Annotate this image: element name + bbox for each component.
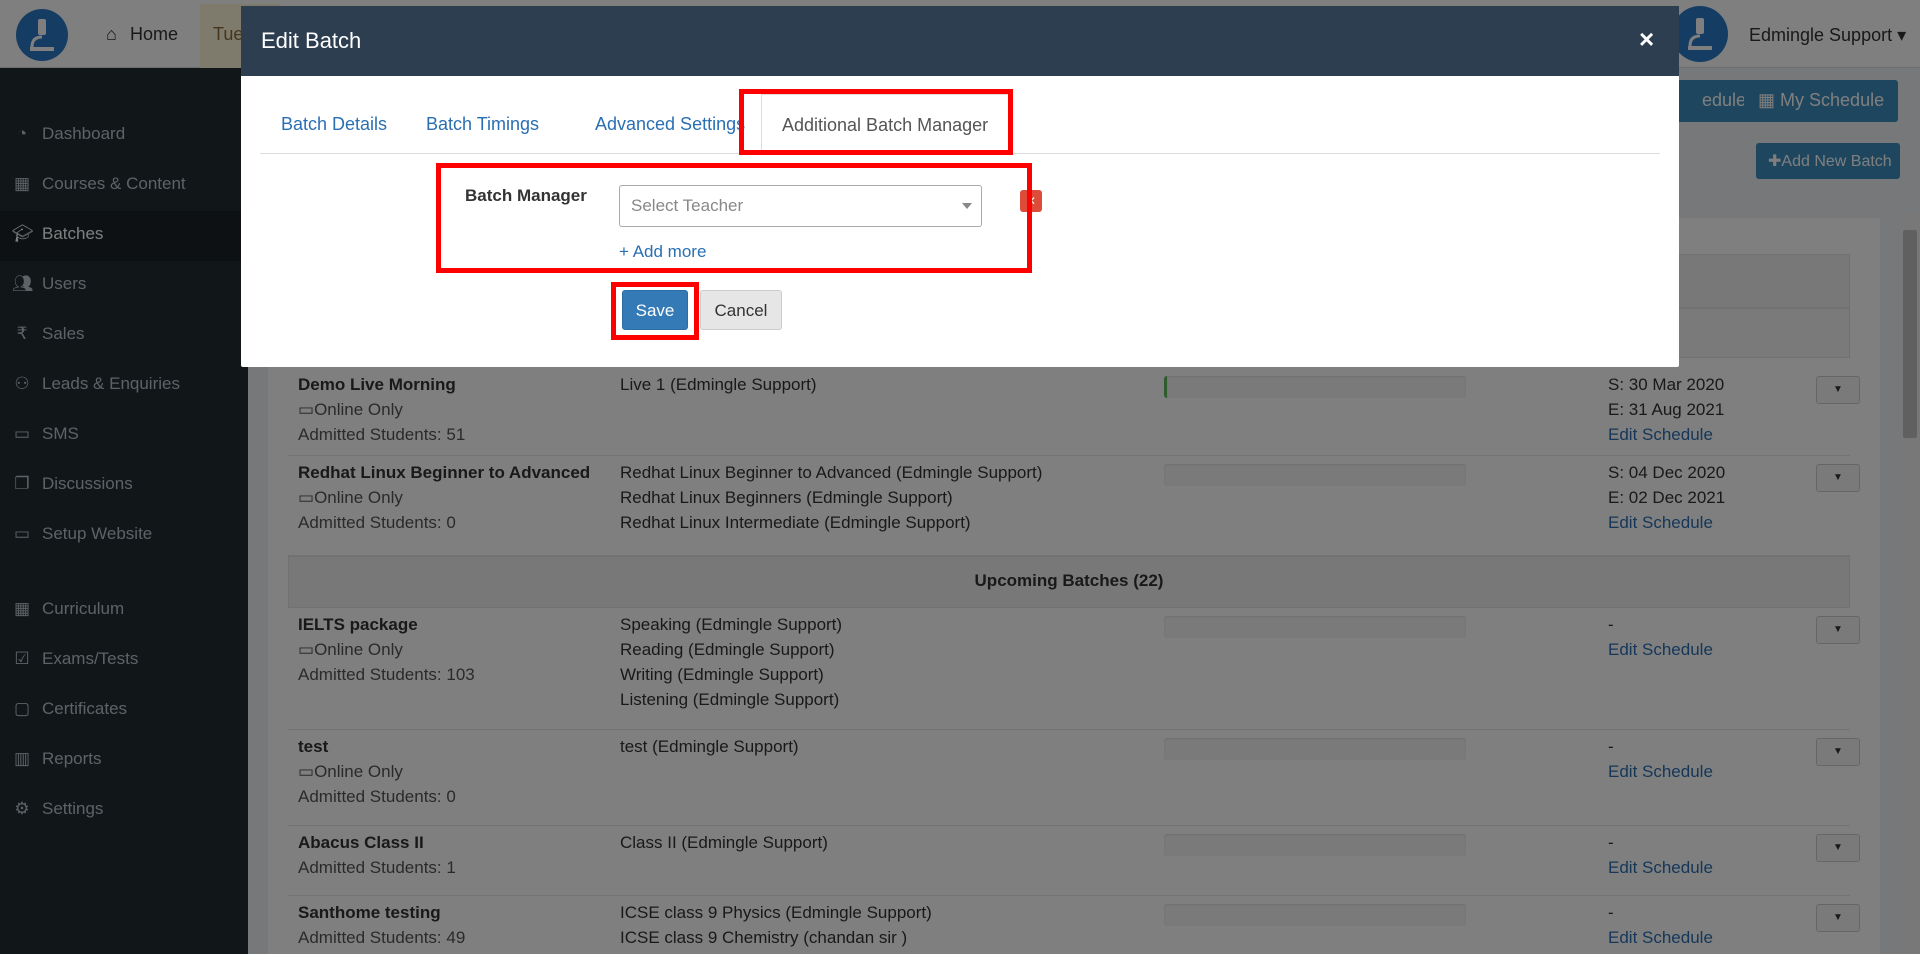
tab-batch-details[interactable]: Batch Details bbox=[281, 94, 387, 154]
highlight-field-box bbox=[436, 163, 1032, 273]
cancel-button[interactable]: Cancel bbox=[700, 290, 782, 330]
modal-title: Edit Batch bbox=[261, 28, 362, 53]
tab-batch-timings[interactable]: Batch Timings bbox=[426, 94, 539, 154]
highlight-save-box bbox=[611, 282, 699, 340]
modal-header: Edit Batch × bbox=[241, 6, 1679, 76]
close-icon[interactable]: × bbox=[1639, 24, 1654, 55]
highlight-tab-box bbox=[739, 89, 1013, 155]
tab-advanced-settings[interactable]: Advanced Settings bbox=[595, 94, 745, 154]
